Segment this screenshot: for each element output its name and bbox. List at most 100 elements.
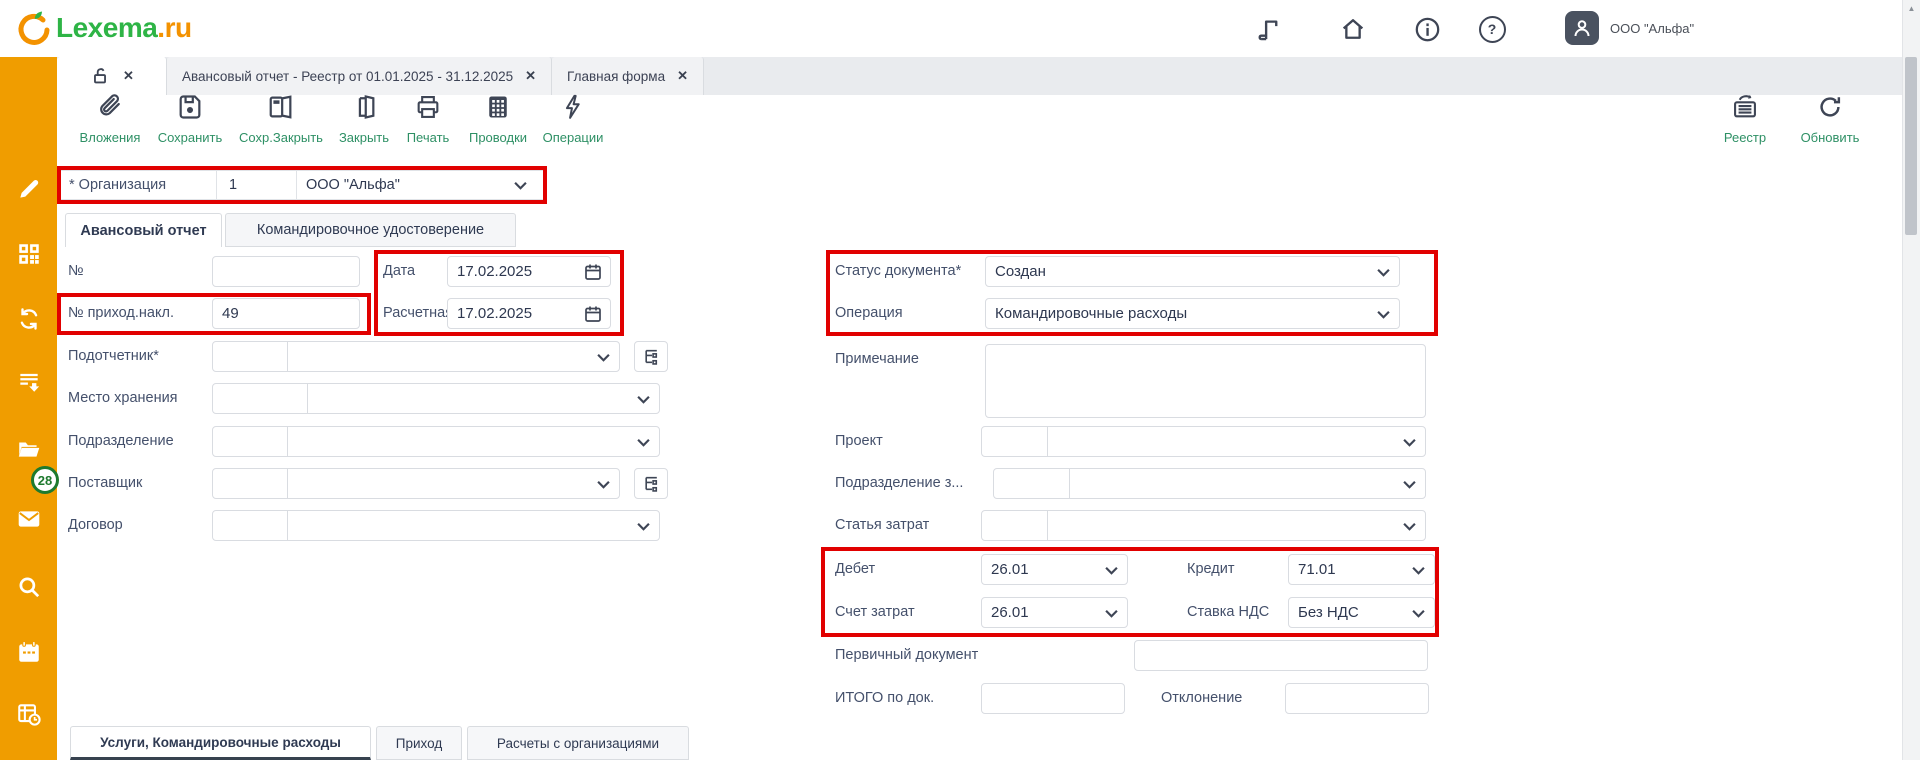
tab-label: Главная форма [567,69,665,84]
total-label: ИТОГО по док. [835,683,934,714]
chevron-down-icon[interactable] [1377,310,1390,319]
chevron-down-icon[interactable] [1403,438,1416,447]
operation-select[interactable]: Командировочные расходы [985,298,1400,329]
current-organization-label: ООО "Альфа" [1610,21,1694,36]
scroll-up-arrow[interactable]: ▲ [1903,0,1920,17]
calendar-small-icon[interactable] [584,305,602,323]
code-cell[interactable] [213,342,288,371]
project-select[interactable] [981,426,1426,457]
sync-icon[interactable] [0,306,57,332]
value-cell[interactable] [288,469,619,498]
tab-avansovy-reestr[interactable]: Авансовый отчет - Реестр от 01.01.2025 -… [167,57,552,95]
edit-pencil-icon[interactable] [0,176,57,202]
tab-komandirovochnoe[interactable]: Командировочное удостоверение [225,213,516,247]
value-cell[interactable] [1048,511,1425,540]
value-cell[interactable] [288,427,659,456]
value-cell[interactable] [1070,469,1425,498]
chevron-down-icon[interactable] [1105,566,1118,575]
calendar-icon[interactable] [0,639,57,665]
tab-main-form[interactable]: Главная форма ✕ [552,57,704,95]
close-icon[interactable]: ✕ [525,68,536,84]
status-select[interactable]: Создан [985,256,1400,287]
value-cell[interactable] [288,511,659,540]
journal-icon[interactable] [1254,14,1284,44]
department-cost-select[interactable] [993,468,1426,499]
chevron-down-icon[interactable] [1377,268,1390,277]
supplier-tree-button[interactable] [634,468,668,499]
chevron-down-icon[interactable] [514,181,527,190]
save-button[interactable]: Сохранить [140,93,240,145]
close-icon[interactable]: ✕ [677,68,688,84]
schedule-table-icon[interactable] [0,701,57,727]
code-cell[interactable] [982,427,1048,456]
chevron-down-icon[interactable] [1403,522,1416,531]
person-icon [1570,16,1594,40]
close-icon[interactable]: ✕ [123,68,134,84]
mail-icon[interactable] [0,506,57,532]
cost-item-label: Статья затрат [835,510,929,541]
chevron-down-icon[interactable] [597,480,610,489]
supplier-select[interactable] [212,468,620,499]
code-cell[interactable] [213,469,288,498]
export-list-icon[interactable] [0,369,57,395]
scrollbar-thumb[interactable] [1905,57,1917,235]
cost-account-select[interactable]: 26.01 [981,597,1128,628]
refresh-button[interactable]: Обновить [1780,93,1880,145]
note-textarea[interactable] [985,344,1426,418]
primary-doc-input[interactable] [1134,640,1428,671]
tab-raschety-s-organizaciyami[interactable]: Расчеты с организациями [467,726,689,760]
chevron-down-icon[interactable] [1412,609,1425,618]
cost-item-select[interactable] [981,510,1426,541]
code-cell[interactable] [994,469,1070,498]
accountable-select[interactable] [212,341,620,372]
contract-select[interactable] [212,510,660,541]
info-icon[interactable] [1412,14,1442,44]
deviation-input[interactable] [1285,683,1429,714]
logo-text-suffix: .ru [157,12,191,43]
calendar-small-icon[interactable] [584,263,602,281]
code-cell[interactable] [213,384,308,413]
accountable-tree-button[interactable] [634,341,668,372]
debit-select[interactable]: 26.01 [981,554,1128,585]
date-input[interactable]: 17.02.2025 [447,256,611,287]
operations-button[interactable]: Операции [523,93,623,145]
chevron-down-icon[interactable] [1403,480,1416,489]
user-avatar[interactable] [1565,11,1599,45]
tab-pinned-home[interactable]: ✕ [57,57,167,95]
code-cell[interactable] [982,511,1048,540]
chevron-down-icon[interactable] [1412,566,1425,575]
mail-badge[interactable]: 28 [31,466,59,494]
value-cell[interactable] [308,384,659,413]
search-icon[interactable] [0,574,57,600]
contract-label: Договор [68,510,123,541]
qr-code-icon[interactable] [0,241,57,267]
value-cell[interactable] [288,342,619,371]
chevron-down-icon[interactable] [637,522,650,531]
code-cell[interactable] [213,427,288,456]
no-input[interactable] [212,256,360,287]
vertical-scrollbar[interactable]: ▲ [1902,0,1920,760]
tab-services-travel-expenses[interactable]: Услуги, Командировочные расходы [70,726,371,760]
department-select[interactable] [212,426,660,457]
chevron-down-icon[interactable] [597,353,610,362]
storage-select[interactable] [212,383,660,414]
credit-select[interactable]: 71.01 [1288,554,1435,585]
calc-date-input[interactable]: 17.02.2025 [447,298,611,329]
deviation-label: Отклонение [1161,683,1242,714]
organization-row[interactable]: * Организация 1 ООО "Альфа" [60,170,544,200]
lexema-logo[interactable]: Lexema.ru [14,8,192,48]
chevron-down-icon[interactable] [637,395,650,404]
home-icon[interactable] [1338,14,1368,44]
total-input[interactable] [981,683,1125,714]
invoice-no-input[interactable] [212,298,360,329]
vat-select[interactable]: Без НДС [1288,597,1435,628]
help-icon[interactable]: ? [1477,14,1507,44]
tab-prihod[interactable]: Приход [376,726,462,760]
open-folder-icon[interactable] [0,436,57,462]
code-cell[interactable] [213,511,288,540]
credit-label: Кредит [1187,554,1234,585]
value-cell[interactable] [1048,427,1425,456]
tab-avansovy-otchet[interactable]: Авансовый отчет [65,213,222,247]
chevron-down-icon[interactable] [1105,609,1118,618]
chevron-down-icon[interactable] [637,438,650,447]
